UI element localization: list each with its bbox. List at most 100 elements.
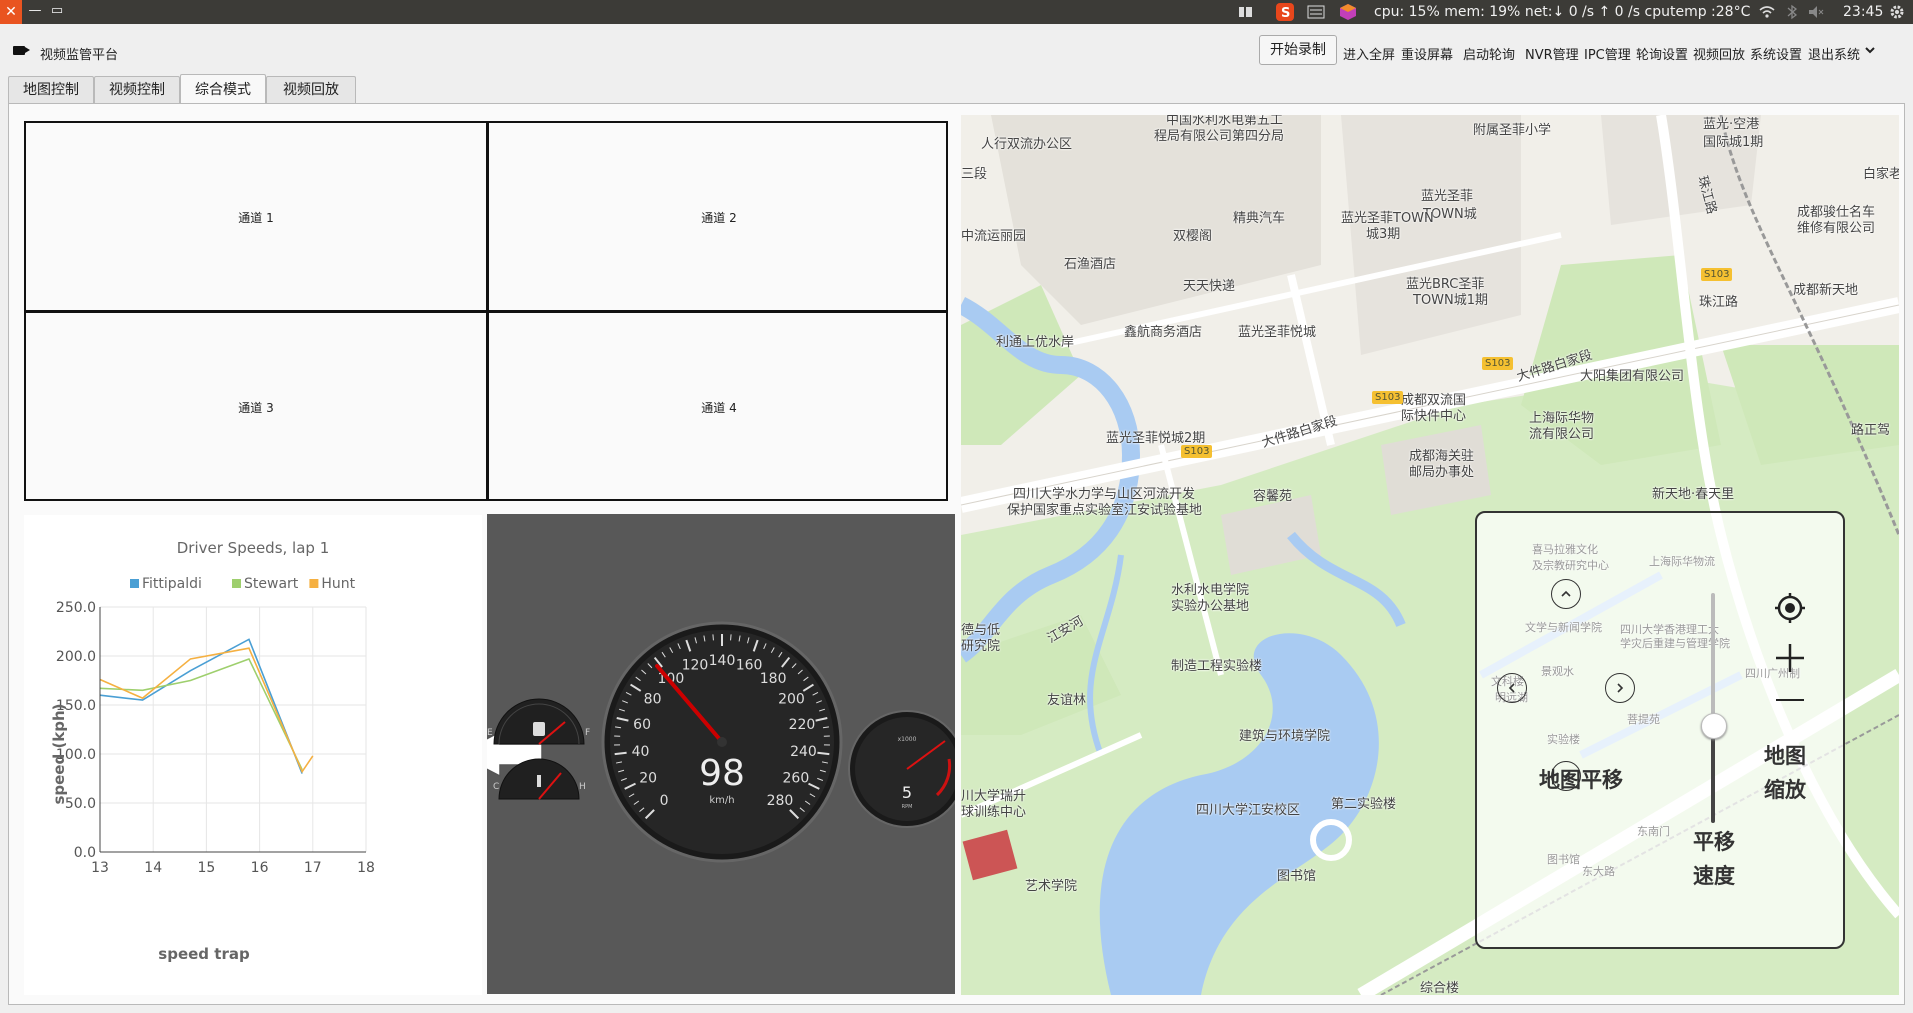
menu-polling-settings[interactable]: 轮询设置 xyxy=(1636,44,1688,63)
video-channel-1[interactable]: 通道 1 xyxy=(26,123,486,311)
map-poi-label[interactable]: 容馨苑 xyxy=(1253,485,1292,504)
map-poi-label[interactable]: 图书馆 xyxy=(1277,865,1316,884)
map-poi-label[interactable]: 利通上优水岸 xyxy=(996,331,1074,350)
locate-icon[interactable] xyxy=(1773,591,1807,625)
tab-video-control[interactable]: 视频控制 xyxy=(94,76,180,103)
gauge-svg: E F C H 020406080100120 140 16018020022024… xyxy=(487,621,955,863)
bluetooth-icon[interactable] xyxy=(1785,3,1799,21)
zoom-out-icon[interactable] xyxy=(1773,689,1807,711)
menu-start-polling[interactable]: 启动轮询 xyxy=(1463,44,1515,63)
map-poi-label[interactable]: 附属圣菲小学 xyxy=(1473,119,1551,138)
temp-cold-label: C xyxy=(493,782,499,792)
menu-nvr-manage[interactable]: NVR管理 xyxy=(1525,44,1579,63)
map-poi-label[interactable]: 路正驾 xyxy=(1851,419,1890,438)
driver-speed-chart: Driver Speeds, lap 1 Fittipaldi Stewart Hu… xyxy=(24,515,482,995)
map-poi-label[interactable]: 四川大学江安校区 xyxy=(1196,799,1300,818)
wifi-icon[interactable] xyxy=(1758,3,1776,21)
pan-right-button[interactable] xyxy=(1605,673,1635,703)
keyboard-icon[interactable] xyxy=(1307,3,1325,21)
map-poi-label[interactable]: 新天地·春天里 xyxy=(1652,483,1734,502)
map-poi-label[interactable]: 流有限公司 xyxy=(1529,423,1594,442)
settings-gear-icon[interactable] xyxy=(1888,3,1906,21)
chevron-down-icon[interactable] xyxy=(1864,44,1876,59)
speed-tick xyxy=(614,751,627,756)
volume-muted-icon[interactable] xyxy=(1807,3,1825,21)
chart-svg: Driver Speeds, lap 1 Fittipaldi Stewart Hu… xyxy=(50,539,375,963)
map-poi-label: 图书馆 xyxy=(1547,853,1580,866)
map-poi-label[interactable]: 制造工程实验楼 xyxy=(1171,655,1262,674)
map-poi-label[interactable]: 三段 xyxy=(961,163,987,182)
map-poi-label[interactable]: 精典汽车 xyxy=(1233,207,1285,226)
sogou-icon[interactable]: S xyxy=(1276,3,1294,21)
map-poi-label[interactable]: 第二实验楼 xyxy=(1331,793,1396,812)
temp-hot-label: H xyxy=(579,782,586,792)
map-poi-label[interactable]: 蓝光圣菲悦城2期 xyxy=(1106,427,1205,446)
menu-fullscreen[interactable]: 进入全屏 xyxy=(1343,44,1395,63)
tab-video-playback[interactable]: 视频回放 xyxy=(266,76,356,103)
map-poi-label[interactable]: TOWN城1期 xyxy=(1413,289,1488,308)
map-poi-label[interactable]: 大阳集团有限公司 xyxy=(1580,365,1684,384)
map-poi-label[interactable]: 双樱阁 xyxy=(1173,225,1212,244)
y-tick-label: 200.0 xyxy=(56,649,96,665)
chart-grid xyxy=(99,606,367,853)
tab-combined-mode[interactable]: 综合模式 xyxy=(180,74,266,104)
map-poi-label[interactable]: 中流运丽园 xyxy=(961,225,1026,244)
map-poi-label[interactable]: 国际城1期 xyxy=(1703,131,1763,150)
tray-app-icon[interactable] xyxy=(1238,3,1254,21)
map-poi-label[interactable]: 保护国家重点实验室江安试验基地 xyxy=(1007,499,1202,518)
maximize-icon[interactable]: ▭ xyxy=(46,0,68,24)
map-poi-label: 文学与新闻学院 xyxy=(1525,621,1602,634)
chart-title: Driver Speeds, lap 1 xyxy=(177,539,330,557)
speed-slider-handle[interactable] xyxy=(1701,713,1727,739)
map-poi-label[interactable]: 邮局办事处 xyxy=(1409,461,1474,480)
start-record-button[interactable]: 开始录制 xyxy=(1259,35,1337,65)
menu-video-playback[interactable]: 视频回放 xyxy=(1693,44,1745,63)
app-cube-icon[interactable] xyxy=(1339,3,1357,21)
menu-reset-screen[interactable]: 重设屏幕 xyxy=(1401,44,1453,63)
map-poi-label: 东南门 xyxy=(1637,825,1670,838)
video-channel-3[interactable]: 通道 3 xyxy=(26,313,486,501)
map-poi-label[interactable]: 综合楼 xyxy=(1420,977,1459,995)
map-poi-label[interactable]: 天天快递 xyxy=(1183,275,1235,294)
map-poi-label[interactable]: 际快件中心 xyxy=(1401,405,1466,424)
map-poi-label[interactable]: 蓝光圣菲 xyxy=(1421,185,1473,204)
map-poi-label[interactable]: 城3期 xyxy=(1366,223,1400,242)
speed-value: 98 xyxy=(699,753,745,794)
map-poi-label[interactable]: 维修有限公司 xyxy=(1797,217,1875,236)
map-poi-label[interactable]: 建筑与环境学院 xyxy=(1239,725,1330,744)
speed-tick xyxy=(817,751,830,756)
map-poi-label[interactable]: 成都新天地 xyxy=(1793,279,1858,298)
map-poi-label[interactable]: 蓝光·空港 xyxy=(1703,115,1759,132)
map-poi-label[interactable]: 程局有限公司第四分局 xyxy=(1154,125,1284,144)
video-channel-2[interactable]: 通道 2 xyxy=(489,123,949,311)
map-poi-label[interactable]: 鑫航商务酒店 xyxy=(1124,321,1202,340)
fuel-empty-label: E xyxy=(487,728,493,738)
channel-label: 通道 4 xyxy=(701,400,737,415)
map-poi-label[interactable]: 白家老 xyxy=(1863,163,1899,182)
pan-left-button[interactable] xyxy=(1497,673,1527,703)
video-channel-4[interactable]: 通道 4 xyxy=(489,313,949,501)
x-tick-label: 18 xyxy=(357,860,375,876)
pan-up-button[interactable] xyxy=(1551,579,1581,609)
tab-map-control[interactable]: 地图控制 xyxy=(8,76,94,103)
x-tick-label: 16 xyxy=(251,860,269,876)
map-poi-label[interactable]: 人行双流办公区 xyxy=(981,133,1072,152)
zoom-in-icon[interactable] xyxy=(1773,641,1807,675)
menu-exit-system[interactable]: 退出系统 xyxy=(1808,44,1860,63)
map-poi-label[interactable]: 研究院 xyxy=(961,635,1000,654)
map-poi-label[interactable]: 艺术学院 xyxy=(1025,875,1077,894)
map-poi-label[interactable]: 友谊林 xyxy=(1047,689,1086,708)
clock[interactable]: 23:45 xyxy=(1843,3,1883,21)
map-poi-label[interactable]: 珠江路 xyxy=(1699,291,1738,310)
map-poi-label[interactable]: 蓝光圣菲悦城 xyxy=(1238,321,1316,340)
minimize-icon[interactable]: — xyxy=(24,0,46,24)
menu-ipc-manage[interactable]: IPC管理 xyxy=(1584,44,1631,63)
legend-swatch xyxy=(232,579,241,588)
pan-label: 地图平移 xyxy=(1539,768,1623,792)
menu-system-settings[interactable]: 系统设置 xyxy=(1750,44,1802,63)
road-number-tag: S103 xyxy=(1482,357,1514,370)
map-poi-label[interactable]: 实验办公基地 xyxy=(1171,595,1249,614)
map-poi-label[interactable]: 石渔酒店 xyxy=(1064,253,1116,272)
map-poi-label[interactable]: 球训练中心 xyxy=(961,801,1026,820)
close-icon[interactable]: ✕ xyxy=(0,0,22,24)
